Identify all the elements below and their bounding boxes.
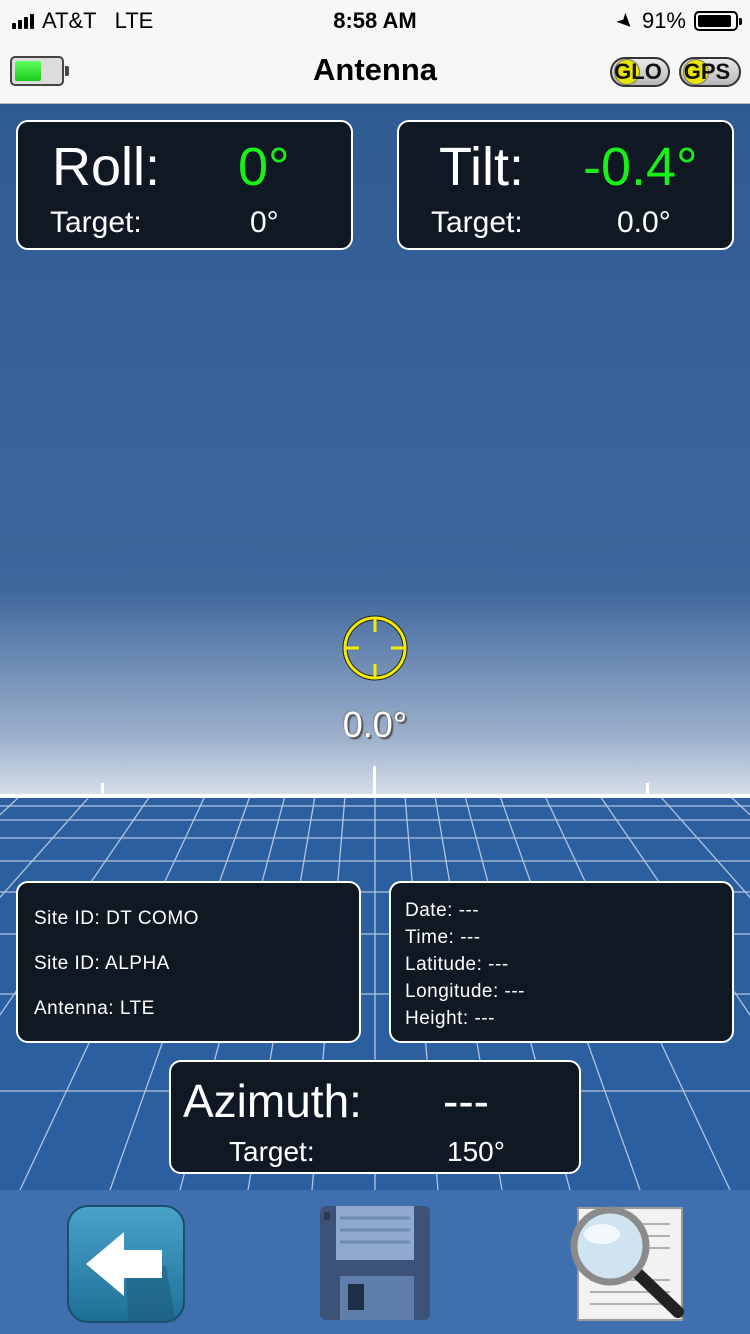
roll-target-value: 0°: [250, 206, 279, 239]
status-bar: AT&T LTE 8:58 AM ➤ 91%: [0, 0, 750, 42]
site-info-panel: Site ID: DT COMO Site ID: ALPHA Antenna:…: [16, 881, 361, 1043]
tilt-target-label: Target:: [431, 206, 523, 239]
back-button[interactable]: [66, 1204, 186, 1324]
roll-value: 0°: [238, 137, 290, 197]
bottom-toolbar: [0, 1190, 750, 1334]
gps-info-panel: Date: --- Time: --- Latitude: --- Longit…: [389, 881, 734, 1043]
floppy-disk-save-icon: [320, 1206, 430, 1320]
glo-badge: GLO: [610, 57, 670, 87]
save-button[interactable]: [318, 1204, 432, 1322]
tilt-panel: Tilt: -0.4° Target: 0.0°: [397, 120, 734, 250]
latitude-line: Latitude: ---: [405, 954, 509, 975]
horizon-tick-center: [373, 766, 376, 796]
height-line: Height: ---: [405, 1008, 495, 1029]
glo-badge-label: GLO: [614, 59, 662, 84]
battery-icon: [694, 11, 742, 31]
tilt-value: -0.4°: [583, 137, 698, 197]
inspect-report-button[interactable]: [566, 1204, 688, 1324]
crosshair-icon: [342, 615, 408, 681]
gps-badge: GPS: [679, 57, 741, 87]
roll-target-label: Target:: [50, 206, 142, 239]
azimuth-label: Azimuth:: [183, 1075, 362, 1127]
battery-percent: 91%: [641, 8, 686, 33]
tilt-target-value: 0.0°: [617, 206, 671, 239]
horizon-angle: 0.0°: [342, 704, 408, 745]
azimuth-value: ---: [443, 1075, 489, 1127]
horizon-tick-right: [646, 783, 649, 796]
tilt-label: Tilt:: [439, 137, 524, 197]
azimuth-target-label: Target:: [229, 1136, 315, 1167]
horizon-tick-left: [101, 783, 104, 796]
time-line: Time: ---: [405, 927, 481, 948]
longitude-line: Longitude: ---: [405, 981, 526, 1002]
magnifier-document-icon: [570, 1206, 684, 1321]
date-line: Date: ---: [405, 900, 480, 921]
gps-badge-label: GPS: [683, 59, 731, 84]
site-id-line: Site ID: DT COMO: [34, 908, 199, 929]
azimuth-target-value: 150°: [447, 1136, 505, 1167]
site-sector-line: Site ID: ALPHA: [34, 953, 170, 974]
back-arrow-icon: [67, 1205, 185, 1323]
roll-panel: Roll: 0° Target: 0°: [16, 120, 353, 250]
roll-label: Roll:: [52, 137, 161, 197]
azimuth-panel: Azimuth: --- Target: 150°: [169, 1060, 581, 1174]
top-bar: AT&T LTE 8:58 AM ➤ 91% Antenna GLO GPS: [0, 0, 750, 104]
antenna-line: Antenna: LTE: [34, 998, 155, 1019]
